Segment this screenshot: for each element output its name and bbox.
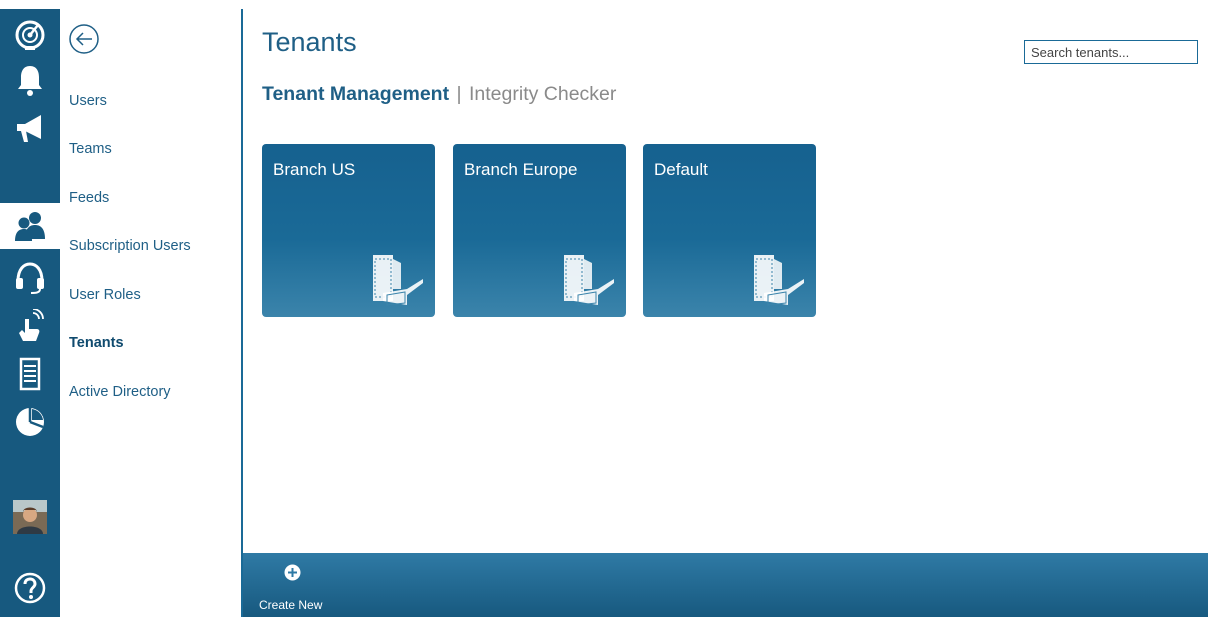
building-icon — [373, 255, 423, 306]
tenant-tile-label: Branch Europe — [464, 160, 578, 179]
server-icon — [19, 357, 41, 391]
rail-notifications[interactable] — [4, 57, 56, 103]
tenant-tile-label: Default — [654, 160, 708, 179]
rail-support[interactable] — [4, 255, 56, 301]
plus-circle-icon — [284, 564, 301, 581]
touch-hand-icon — [19, 309, 44, 341]
subnav-item-feeds[interactable]: Feeds — [69, 190, 109, 206]
create-new-label: Create New — [259, 598, 323, 612]
user-avatar — [13, 500, 47, 534]
tenant-tile-branch-europe[interactable]: Branch Europe — [453, 144, 626, 317]
bell-icon — [18, 66, 42, 96]
rail-users[interactable] — [0, 203, 60, 249]
subnav-item-teams[interactable]: Teams — [69, 141, 112, 157]
bottom-action-bar: Create New — [243, 553, 1208, 617]
create-new-button[interactable]: Create New — [257, 561, 327, 612]
icon-rail — [0, 9, 60, 617]
building-icon — [564, 255, 614, 306]
secondary-nav: Users Teams Feeds Subscription Users Use… — [60, 9, 243, 617]
subnav-item-users[interactable]: Users — [69, 93, 107, 109]
tenant-tile-label: Branch US — [273, 160, 356, 179]
rail-servers[interactable] — [4, 351, 56, 397]
pie-chart-icon — [16, 408, 44, 436]
users-icon — [15, 212, 45, 241]
tab-separator: | — [456, 83, 462, 105]
rail-dashboard[interactable] — [4, 11, 56, 57]
tenant-tile-branch-us[interactable]: Branch US — [262, 144, 435, 317]
tab-strip: Tenant Management | Integrity Checker — [262, 83, 616, 106]
tab-integrity-checker[interactable]: Integrity Checker — [469, 83, 616, 105]
subnav-item-subscription-users[interactable]: Subscription Users — [69, 238, 191, 254]
search-input[interactable] — [1024, 40, 1198, 64]
main-content: Tenants Tenant Management | Integrity Ch… — [245, 9, 1208, 553]
top-border — [0, 0, 1208, 4]
rail-broadcast[interactable] — [4, 105, 56, 151]
rail-interactive[interactable] — [4, 303, 56, 349]
subnav-item-tenants[interactable]: Tenants — [69, 335, 124, 351]
tenant-tile-default[interactable]: Default — [643, 144, 816, 317]
tab-tenant-management[interactable]: Tenant Management — [262, 83, 449, 105]
subnav-item-active-directory[interactable]: Active Directory — [69, 384, 171, 400]
rail-help[interactable] — [4, 565, 56, 611]
megaphone-icon — [17, 115, 41, 142]
building-icon — [754, 255, 804, 306]
dashboard-gauge-icon — [15, 20, 45, 50]
rail-profile[interactable] — [4, 494, 56, 540]
headset-icon — [16, 262, 44, 294]
subnav-item-user-roles[interactable]: User Roles — [69, 287, 141, 303]
rail-reports[interactable] — [4, 399, 56, 445]
back-arrow-icon[interactable] — [68, 23, 100, 55]
page-title: Tenants — [262, 27, 357, 57]
help-icon — [14, 572, 46, 604]
